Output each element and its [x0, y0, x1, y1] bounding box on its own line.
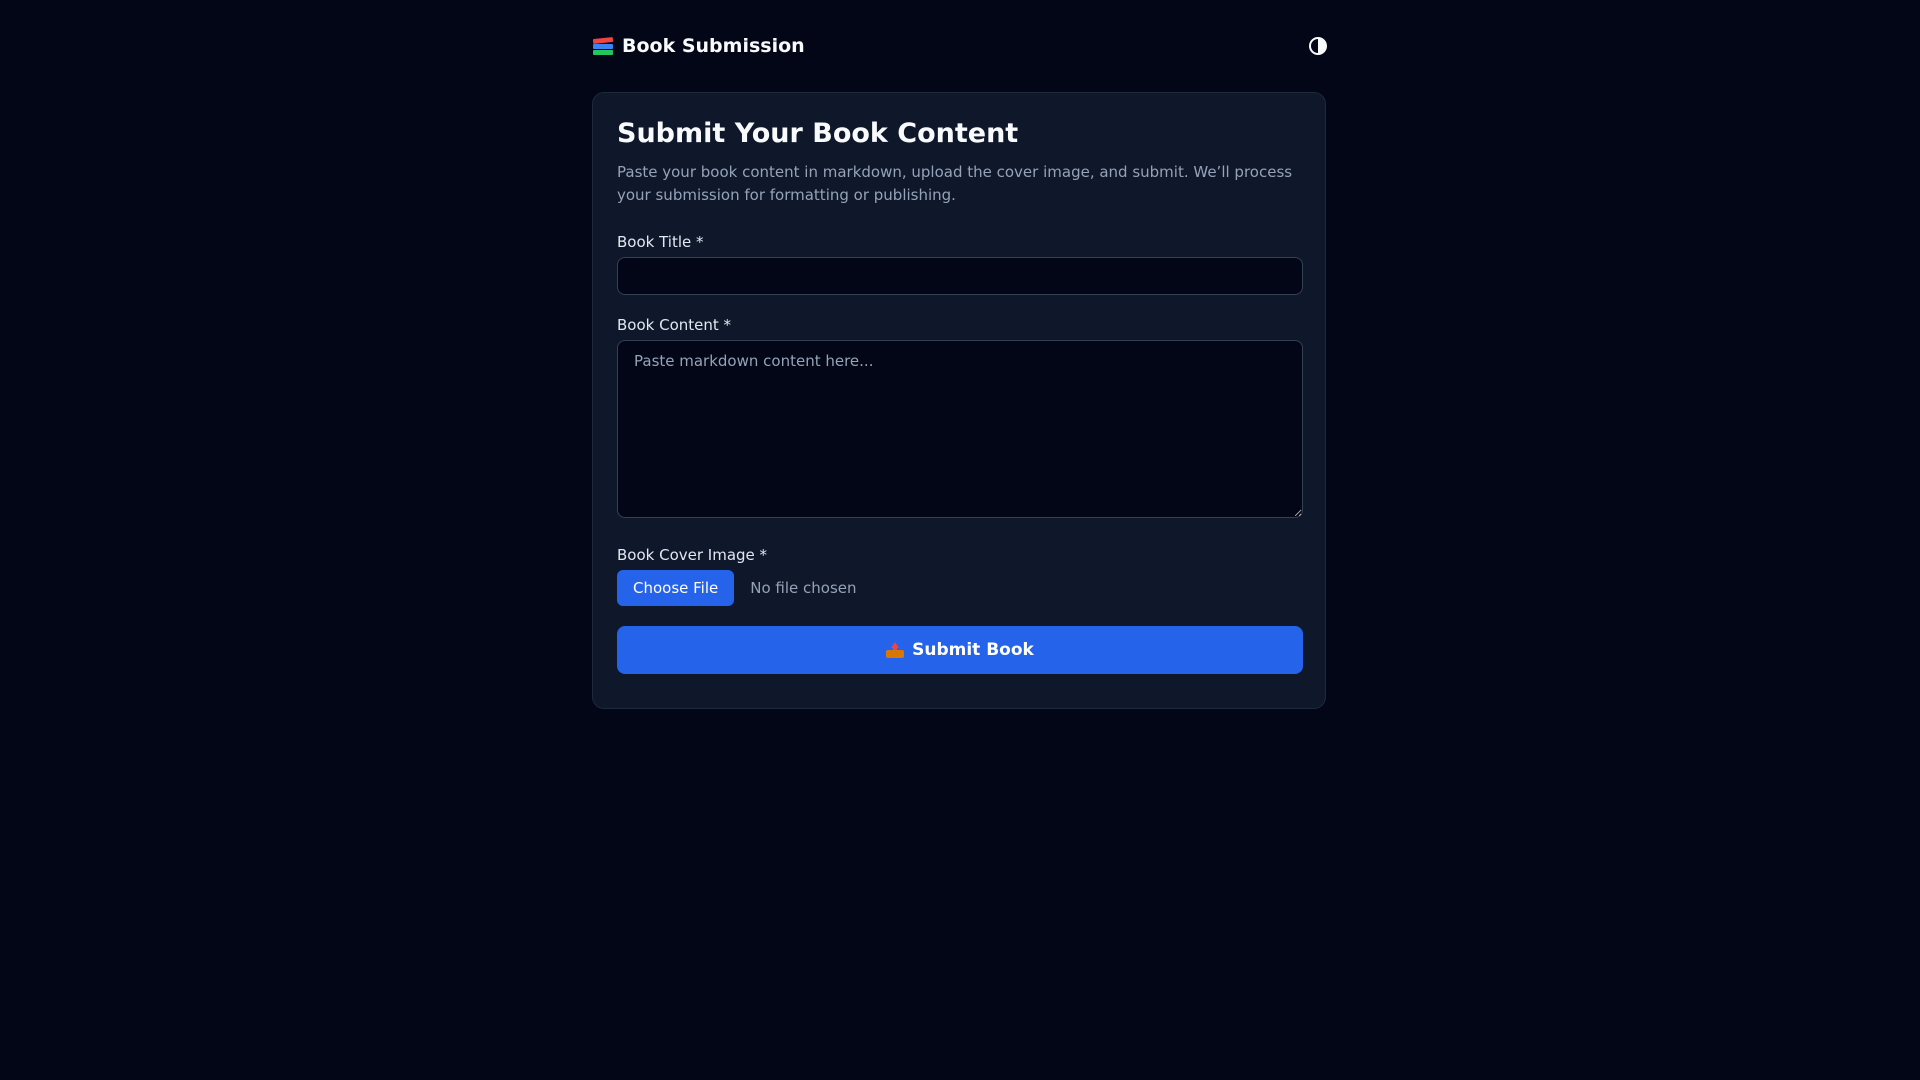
brand: Book Submission: [592, 35, 805, 57]
app-title: Book Submission: [622, 35, 805, 57]
book-content-label: Book Content *: [617, 316, 732, 334]
book-title-label: Book Title *: [617, 233, 704, 251]
page: Book Submission Submit Your Book Content…: [0, 0, 1920, 1080]
top-bar: Book Submission: [592, 28, 1328, 64]
file-status-text: No file chosen: [750, 579, 857, 597]
half-circle-contrast-icon: [1309, 37, 1327, 55]
book-title-input[interactable]: [617, 257, 1303, 295]
submit-book-button[interactable]: Submit Book: [617, 626, 1303, 674]
page-title: Submit Your Book Content: [617, 118, 1019, 149]
page-description: Paste your book content in markdown, upl…: [617, 163, 1293, 204]
book-cover-label: Book Cover Image *: [617, 546, 768, 564]
books-icon: [592, 36, 614, 56]
choose-file-button[interactable]: Choose File: [617, 570, 735, 606]
file-input: Choose File No file chosen: [617, 570, 1301, 606]
outbox-tray-icon: [886, 642, 905, 658]
book-content-textarea[interactable]: [617, 340, 1303, 518]
theme-toggle-button[interactable]: [1300, 28, 1336, 64]
submit-button-label: Submit Book: [912, 640, 1034, 660]
submission-card: Submit Your Book Content Paste your book…: [592, 92, 1326, 709]
